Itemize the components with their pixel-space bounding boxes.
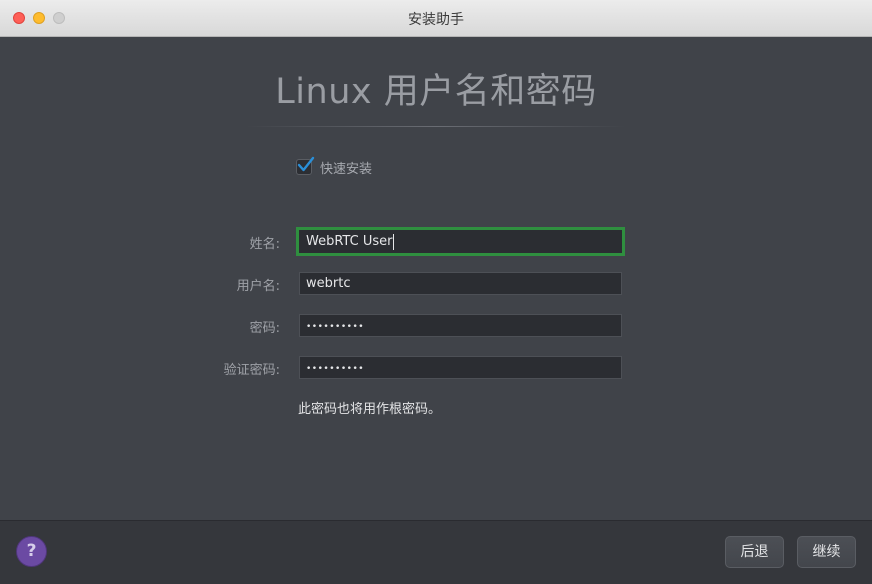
username-label: 用户名: [236,279,280,294]
footer-bar: ? 后退 继续 [0,520,872,584]
help-icon: ? [26,541,37,561]
confirm-password-label: 验证密码: [223,363,280,378]
text-caret [393,233,395,250]
title-bar: 安装助手 [0,0,872,37]
full-name-label: 姓名: [249,237,280,252]
confirm-password-value: •••••••••• [306,364,365,374]
username-input[interactable]: webrtc [299,272,622,295]
confirm-password-input[interactable]: •••••••••• [299,356,622,379]
checkmark-icon [297,156,315,172]
full-name-value: WebRTC User [306,234,393,249]
setup-panel: Linux 用户名和密码 快速安装 姓名: WebRTC User 用户名: w… [0,37,872,520]
quick-install-option[interactable]: 快速安装 [296,156,372,178]
password-input[interactable]: •••••••••• [299,314,622,337]
title-divider [246,126,626,127]
root-password-note: 此密码也将用作根密码。 [298,402,442,417]
back-button[interactable]: 后退 [725,536,784,568]
password-label: 密码: [249,321,280,336]
quick-install-label: 快速安装 [320,161,373,177]
password-value: •••••••••• [306,322,365,332]
page-title: Linux 用户名和密码 [275,72,597,112]
username-value: webrtc [306,276,351,291]
help-button[interactable]: ? [16,536,47,567]
window-title: 安装助手 [408,12,464,28]
installer-window: 安装助手 Linux 用户名和密码 快速安装 姓名: WebRTC User 用… [0,0,872,584]
quick-install-checkbox[interactable] [296,156,315,175]
full-name-input[interactable]: WebRTC User [296,227,625,256]
continue-button[interactable]: 继续 [797,536,856,568]
